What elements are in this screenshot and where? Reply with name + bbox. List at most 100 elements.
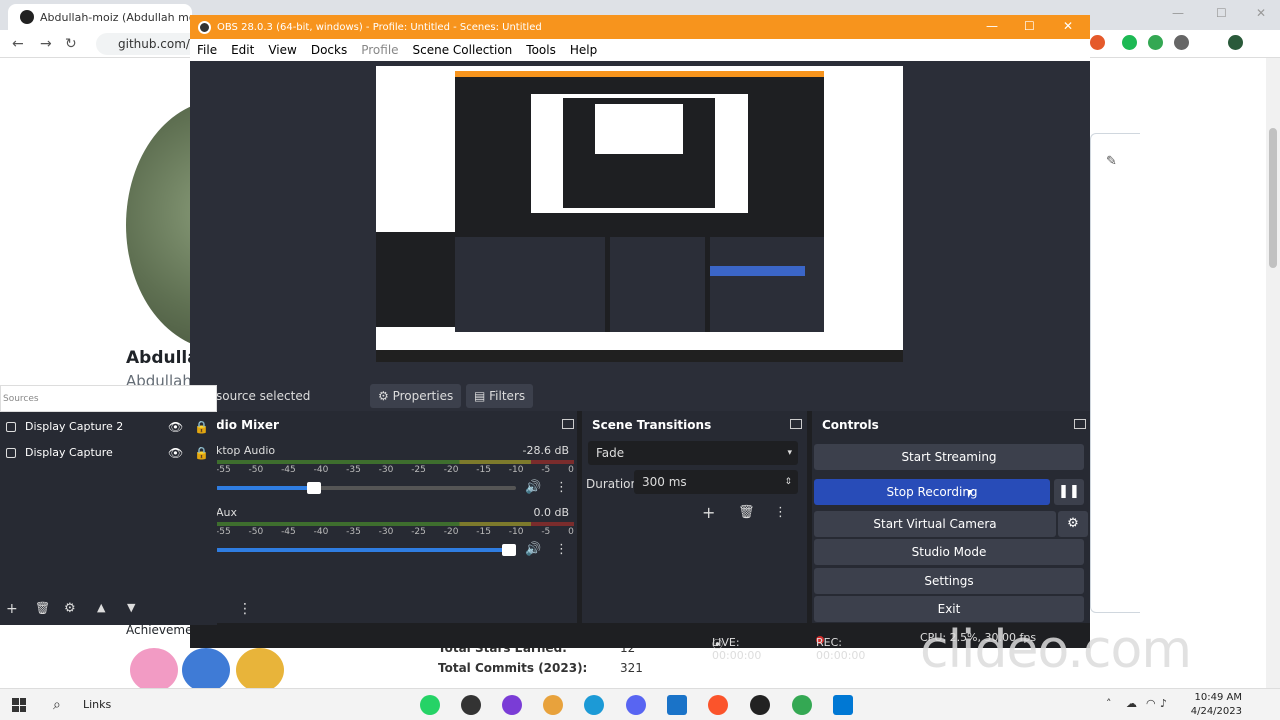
start-virtual-camera-button[interactable]: Start Virtual Camera xyxy=(814,511,1056,537)
filters-button[interactable]: ▤ Filters xyxy=(466,384,534,408)
live-timer: LIVE: 00:00:00 xyxy=(712,636,762,662)
trash-icon[interactable]: 🗑 xyxy=(738,505,755,520)
virtual-camera-settings-button[interactable]: ⚙ xyxy=(1058,511,1088,537)
windows-start-icon[interactable] xyxy=(12,698,26,712)
lock-icon[interactable]: 🔒 xyxy=(194,443,209,463)
float-dock-icon[interactable] xyxy=(562,419,574,429)
close-icon[interactable]: ✕ xyxy=(1256,6,1266,20)
extension-icon[interactable] xyxy=(1090,35,1105,50)
tick-label: -30 xyxy=(378,465,394,475)
studio-mode-button[interactable]: Studio Mode xyxy=(814,539,1084,565)
chevron-up-icon[interactable]: ˄ xyxy=(1106,697,1112,710)
close-icon[interactable]: ✕ xyxy=(1063,19,1073,33)
tick-label: -45 xyxy=(281,527,296,537)
brave-icon[interactable] xyxy=(708,695,728,715)
rec-timer: REC: 00:00:00 xyxy=(816,636,866,662)
stop-recording-button[interactable]: Stop Recording xyxy=(814,479,1050,505)
start-streaming-button[interactable]: Start Streaming xyxy=(814,444,1084,470)
github-desktop-icon[interactable] xyxy=(502,695,522,715)
stepper-icon[interactable]: ⇕ xyxy=(784,470,792,494)
more-vertical-icon[interactable]: ⋮ xyxy=(555,480,568,495)
back-icon[interactable]: ← xyxy=(12,36,24,52)
minimize-icon[interactable]: — xyxy=(1172,6,1184,20)
menu-edit[interactable]: Edit xyxy=(231,43,254,57)
preview-area[interactable] xyxy=(190,61,1090,381)
more-vertical-icon[interactable]: ⋮ xyxy=(238,601,252,617)
speaker-icon[interactable]: 🔊 xyxy=(525,480,541,495)
eye-icon[interactable]: 👁 xyxy=(168,443,183,463)
links-toolbar[interactable]: Links xyxy=(83,698,111,711)
obs-icon[interactable] xyxy=(461,695,481,715)
volume-fill xyxy=(216,548,516,552)
menu-file[interactable]: File xyxy=(197,43,217,57)
page-scrollbar[interactable] xyxy=(1266,58,1280,688)
puzzle-icon[interactable] xyxy=(1174,35,1189,50)
app-icon[interactable] xyxy=(750,695,770,715)
source-item[interactable]: Display Capture 2 👁 🔒 xyxy=(4,417,212,437)
float-dock-icon[interactable] xyxy=(790,419,802,429)
speaker-icon[interactable]: 🔊 xyxy=(525,542,541,557)
tick-label: -10 xyxy=(508,527,524,537)
audio-mixer-title: dio Mixer xyxy=(216,418,279,432)
volume-icon[interactable]: ♪ xyxy=(1160,697,1167,710)
exit-button[interactable]: Exit xyxy=(814,596,1084,622)
chrome-icon[interactable] xyxy=(792,695,812,715)
profile-name: Abdulla xyxy=(126,348,199,368)
achievement-badge[interactable] xyxy=(130,648,178,692)
source-item[interactable]: Display Capture 👁 🔒 xyxy=(4,443,212,463)
menu-view[interactable]: View xyxy=(268,43,296,57)
volume-slider-handle[interactable] xyxy=(307,482,321,494)
settings-button[interactable]: Settings xyxy=(814,568,1084,594)
more-vertical-icon[interactable]: ⋮ xyxy=(555,542,568,557)
clock[interactable]: 10:49 AM 4/24/2023 xyxy=(1191,691,1242,719)
menu-help[interactable]: Help xyxy=(570,43,597,57)
scrollbar-thumb[interactable] xyxy=(1269,128,1277,268)
minimize-icon[interactable]: — xyxy=(986,19,998,33)
extension-icon[interactable] xyxy=(1122,35,1137,50)
wifi-icon[interactable]: ◠ xyxy=(1146,697,1156,710)
tick-label: -45 xyxy=(281,465,296,475)
app-icon[interactable] xyxy=(543,695,563,715)
maximize-icon[interactable]: ☐ xyxy=(1216,6,1227,20)
achievement-badge[interactable] xyxy=(182,648,230,692)
volume-slider[interactable] xyxy=(216,544,516,556)
duration-spinbox[interactable]: 300 ms ⇕ xyxy=(634,470,798,494)
trash-icon[interactable]: 🗑 xyxy=(35,601,50,615)
float-dock-icon[interactable] xyxy=(1074,419,1086,429)
more-vertical-icon[interactable]: ⋮ xyxy=(774,505,787,520)
transition-select[interactable]: Fade ▾ xyxy=(588,441,798,465)
discord-icon[interactable] xyxy=(626,695,646,715)
gear-icon[interactable]: ⚙ xyxy=(64,601,76,616)
lock-icon[interactable]: 🔒 xyxy=(194,417,209,437)
menu-docks[interactable]: Docks xyxy=(311,43,347,57)
eye-icon[interactable]: 👁 xyxy=(168,417,183,437)
edge-icon[interactable] xyxy=(584,695,604,715)
add-icon[interactable]: + xyxy=(702,503,715,522)
pencil-icon[interactable]: ✎ xyxy=(1106,154,1117,169)
vscode-icon[interactable] xyxy=(833,695,853,715)
volume-slider-handle[interactable] xyxy=(502,544,516,556)
pause-recording-button[interactable]: ❚❚ xyxy=(1054,479,1084,505)
avatar[interactable] xyxy=(1228,35,1243,50)
maximize-icon[interactable]: ☐ xyxy=(1024,19,1035,33)
extension-icon[interactable] xyxy=(1148,35,1163,50)
browser-tab[interactable]: Abdullah-moiz (Abdullah moiz) xyxy=(8,4,192,30)
app-icon[interactable] xyxy=(667,695,687,715)
volume-slider[interactable] xyxy=(216,482,516,494)
menu-profile[interactable]: Profile xyxy=(361,43,398,57)
profile-card xyxy=(1090,133,1140,613)
forward-icon[interactable]: → xyxy=(40,36,52,52)
menu-tools[interactable]: Tools xyxy=(526,43,556,57)
reload-icon[interactable]: ↻ xyxy=(65,36,77,52)
whatsapp-icon[interactable] xyxy=(420,695,440,715)
preview-canvas[interactable] xyxy=(376,66,903,362)
menu-scene-collection[interactable]: Scene Collection xyxy=(413,43,513,57)
add-source-icon[interactable]: + xyxy=(6,601,18,617)
achievement-badge[interactable] xyxy=(236,648,284,692)
cloud-icon[interactable]: ☁ xyxy=(1126,697,1137,710)
chevron-down-icon[interactable]: ▼ xyxy=(127,601,135,614)
search-icon[interactable]: ⌕ xyxy=(53,697,61,713)
properties-button[interactable]: ⚙ Properties xyxy=(370,384,462,408)
chevron-up-icon[interactable]: ▲ xyxy=(97,601,105,614)
windows-taskbar: ⌕ Links ˄ ☁ ◠ ♪ 10:49 AM 4/24/2023 xyxy=(0,688,1280,720)
